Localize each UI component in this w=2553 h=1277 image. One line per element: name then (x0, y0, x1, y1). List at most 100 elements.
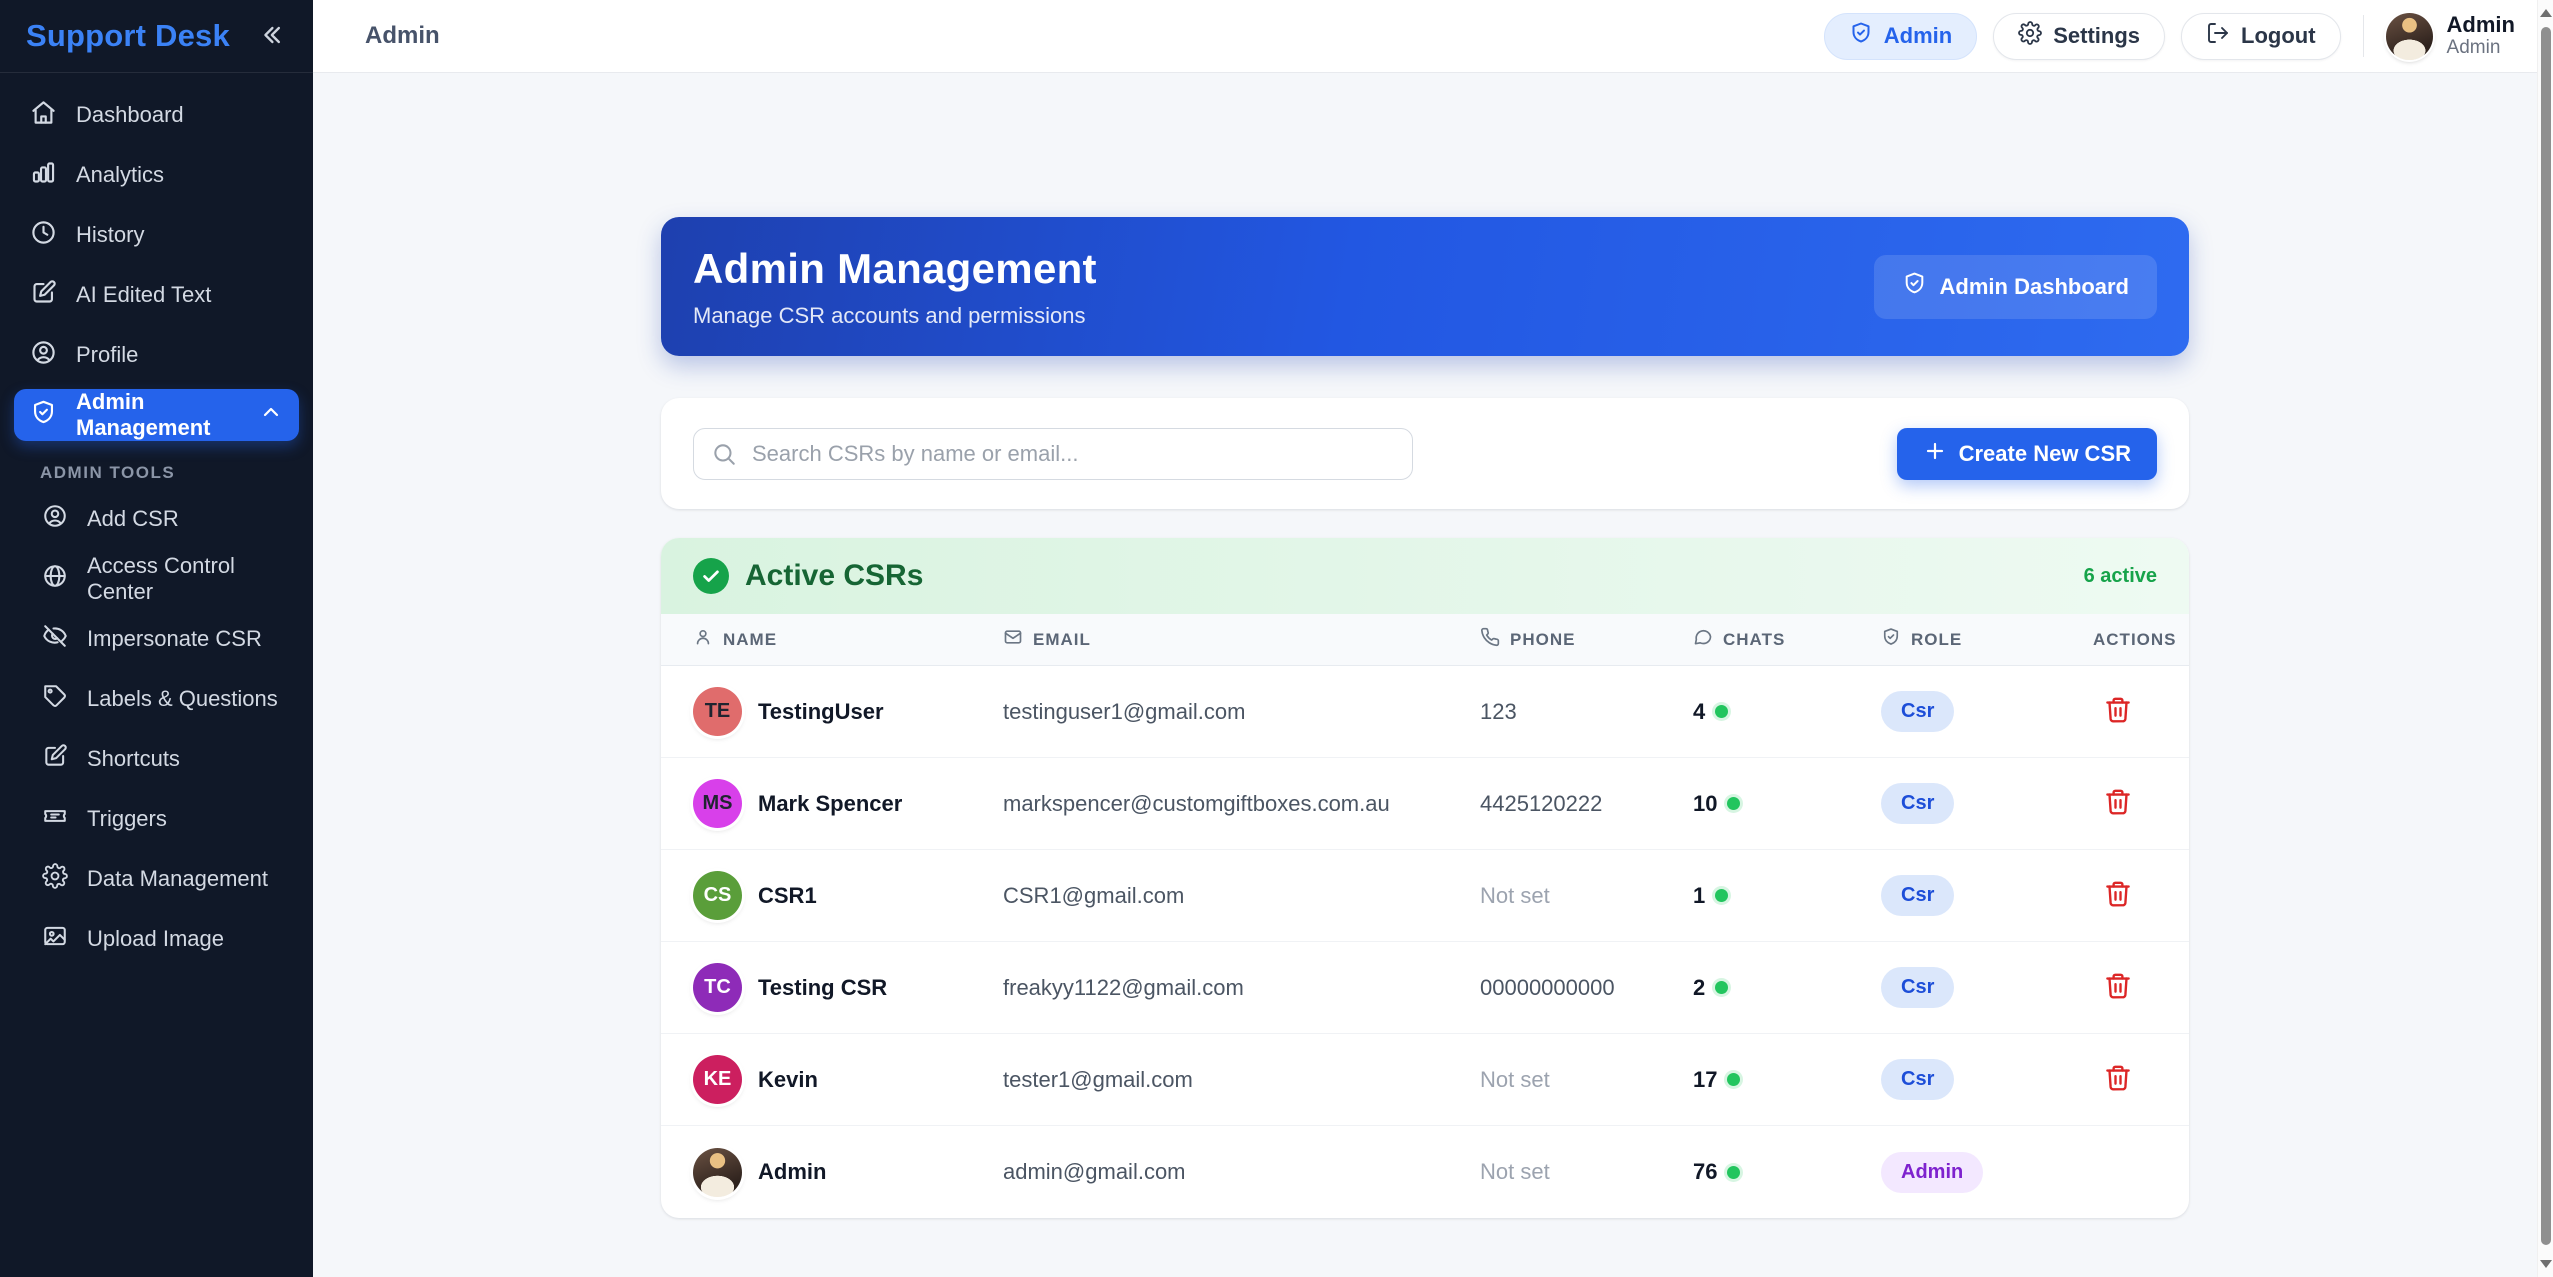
chat-count: 76 (1693, 1159, 1717, 1185)
delete-csr-button[interactable] (2103, 971, 2133, 1004)
table-row: CS CSR1 CSR1@gmail.com Not set 1 Csr (661, 850, 2189, 942)
role-badge: Csr (1881, 783, 1954, 824)
user-circle-icon (42, 503, 68, 535)
admin-management-banner: Admin Management Manage CSR accounts and… (661, 217, 2189, 356)
sidebar-nav: Dashboard Analytics History AI Edited Te… (0, 73, 313, 973)
admin-role-button[interactable]: Admin (1824, 13, 1977, 60)
sidebar-item-label: Upload Image (87, 926, 224, 952)
shield-check-icon (1902, 271, 1927, 302)
vertical-scrollbar[interactable] (2537, 0, 2553, 1277)
online-dot (1715, 889, 1728, 902)
delete-csr-button[interactable] (2103, 1063, 2133, 1096)
avatar: TE (693, 687, 742, 736)
csr-phone: Not set (1480, 1067, 1693, 1093)
role-badge: Csr (1881, 967, 1954, 1008)
table-row: TC Testing CSR freakyy1122@gmail.com 000… (661, 942, 2189, 1034)
create-new-csr-button[interactable]: Create New CSR (1897, 428, 2157, 480)
edit-icon (42, 743, 68, 775)
sidebar-item-ai-edited-text[interactable]: AI Edited Text (14, 269, 299, 321)
settings-button[interactable]: Settings (1993, 13, 2165, 60)
main-area: Admin Admin Settings Logout (313, 0, 2537, 1277)
table-title: Active CSRs (745, 559, 923, 593)
phone-icon (1480, 627, 1500, 652)
column-header-name: Name (693, 627, 1003, 652)
bar-chart-icon (30, 159, 57, 192)
logout-icon (2206, 21, 2230, 51)
csr-email: freakyy1122@gmail.com (1003, 975, 1480, 1001)
sidebar-item-data-management[interactable]: Data Management (14, 853, 299, 905)
csr-phone: 4425120222 (1480, 791, 1693, 817)
admin-dashboard-label: Admin Dashboard (1940, 274, 2129, 300)
sidebar-item-triggers[interactable]: Triggers (14, 793, 299, 845)
delete-csr-button[interactable] (2103, 879, 2133, 912)
sidebar-item-add-csr[interactable]: Add CSR (14, 493, 299, 545)
scrollbar-thumb[interactable] (2541, 27, 2551, 1245)
sidebar-item-labels-questions[interactable]: Labels & Questions (14, 673, 299, 725)
csr-name: Kevin (758, 1067, 818, 1093)
table-header-row: Name Email Phone Chats (661, 614, 2189, 666)
csr-email: markspencer@customgiftboxes.com.au (1003, 791, 1480, 817)
chat-count: 1 (1693, 883, 1705, 909)
column-header-role: Role (1881, 627, 2093, 652)
chat-count: 4 (1693, 699, 1705, 725)
csr-email: tester1@gmail.com (1003, 1067, 1480, 1093)
page-content: Admin Management Manage CSR accounts and… (313, 73, 2537, 1277)
sidebar-item-label: Shortcuts (87, 746, 180, 772)
sidebar-item-analytics[interactable]: Analytics (14, 149, 299, 201)
logout-button-label: Logout (2241, 23, 2316, 49)
role-badge: Csr (1881, 691, 1954, 732)
sidebar-item-impersonate-csr[interactable]: Impersonate CSR (14, 613, 299, 665)
trash-icon (2103, 787, 2133, 820)
breadcrumb: Admin (365, 22, 440, 50)
scroll-down-arrow[interactable] (2540, 1260, 2552, 1268)
search-input[interactable] (693, 428, 1413, 480)
admin-tools-section-label: ADMIN TOOLS (14, 449, 299, 493)
active-csrs-card: Active CSRs 6 active Name Email (661, 538, 2189, 1218)
trash-icon (2103, 971, 2133, 1004)
sidebar-item-upload-image[interactable]: Upload Image (14, 913, 299, 965)
home-icon (30, 99, 57, 132)
sidebar-item-dashboard[interactable]: Dashboard (14, 89, 299, 141)
chat-count: 17 (1693, 1067, 1717, 1093)
sidebar-item-label: History (76, 222, 144, 248)
trash-icon (2103, 1063, 2133, 1096)
csr-phone: Not set (1480, 1159, 1693, 1185)
online-dot (1715, 705, 1728, 718)
clock-icon (30, 219, 57, 252)
role-badge: Admin (1881, 1152, 1983, 1193)
csr-email: CSR1@gmail.com (1003, 883, 1480, 909)
edit-icon (30, 279, 57, 312)
sidebar-item-profile[interactable]: Profile (14, 329, 299, 381)
sidebar-collapse-button[interactable] (259, 21, 287, 52)
csr-name: Mark Spencer (758, 791, 902, 817)
app-logo: Support Desk (26, 18, 230, 54)
chat-icon (1693, 627, 1713, 652)
table-row: Admin admin@gmail.com Not set 76 Admin (661, 1126, 2189, 1218)
delete-csr-button[interactable] (2103, 787, 2133, 820)
check-circle-icon (693, 558, 729, 594)
column-header-phone: Phone (1480, 627, 1693, 652)
table-row: MS Mark Spencer markspencer@customgiftbo… (661, 758, 2189, 850)
sidebar-item-access-control-center[interactable]: Access Control Center (14, 553, 299, 605)
csr-name: CSR1 (758, 883, 817, 909)
sidebar-item-label: Access Control Center (87, 553, 283, 605)
gear-icon (42, 863, 68, 895)
admin-dashboard-badge[interactable]: Admin Dashboard (1874, 255, 2157, 319)
page-subtitle: Manage CSR accounts and permissions (693, 303, 1097, 329)
table-row: KE Kevin tester1@gmail.com Not set 17 Cs… (661, 1034, 2189, 1126)
user-name: Admin (2447, 13, 2515, 37)
scroll-up-arrow[interactable] (2540, 9, 2552, 17)
sidebar-item-history[interactable]: History (14, 209, 299, 261)
delete-csr-button[interactable] (2103, 695, 2133, 728)
avatar: CS (693, 871, 742, 920)
avatar (693, 1148, 742, 1197)
search-card: Create New CSR (661, 398, 2189, 509)
admin-button-label: Admin (1884, 23, 1952, 49)
user-chip[interactable]: Admin Admin (2386, 13, 2515, 60)
chevrons-left-icon (259, 21, 287, 52)
sidebar-item-shortcuts[interactable]: Shortcuts (14, 733, 299, 785)
ticket-icon (42, 803, 68, 835)
sidebar-item-admin-management[interactable]: Admin Management (14, 389, 299, 441)
trash-icon (2103, 879, 2133, 912)
logout-button[interactable]: Logout (2181, 13, 2341, 60)
